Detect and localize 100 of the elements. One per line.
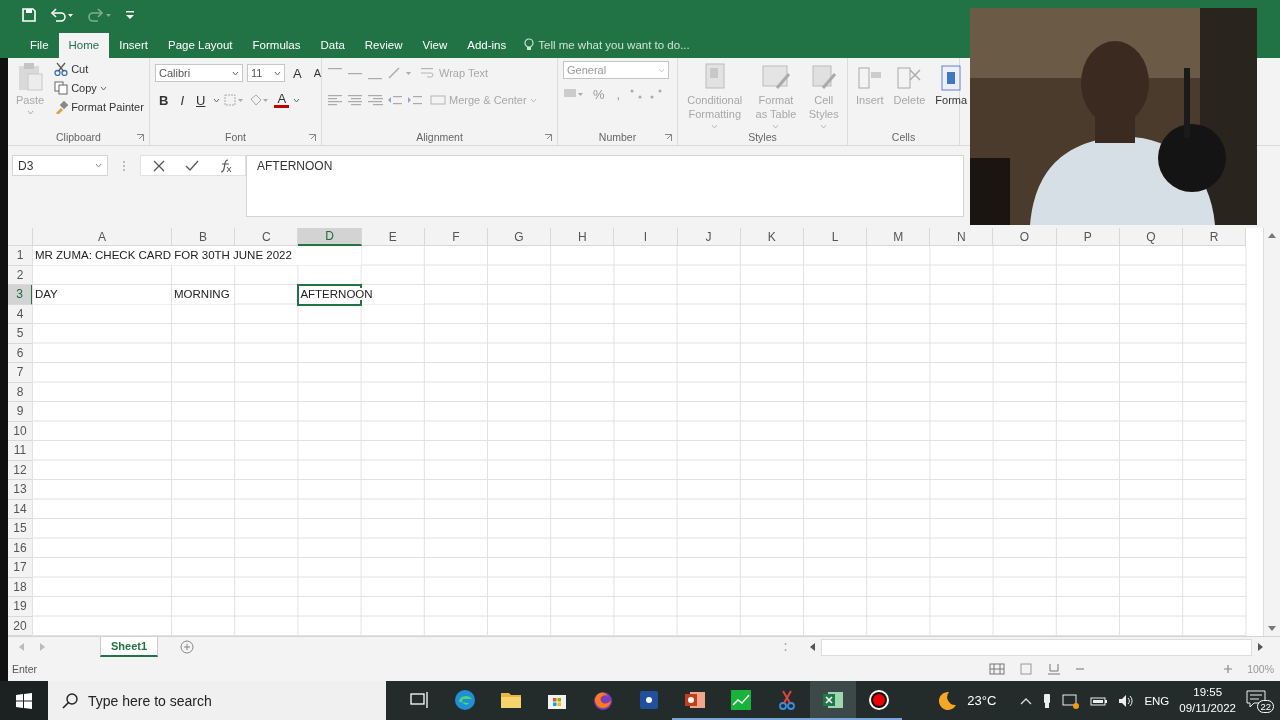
- ribbon-tab[interactable]: Page Layout: [158, 33, 243, 58]
- chart-app-icon[interactable]: [730, 688, 752, 711]
- italic-button[interactable]: I: [176, 91, 188, 109]
- battery-icon[interactable]: [1090, 694, 1109, 707]
- row-header[interactable]: 11: [8, 441, 33, 461]
- cell-text[interactable]: MORNING: [174, 288, 230, 301]
- chevron-up-icon[interactable]: [1020, 696, 1033, 705]
- caret-icon: [772, 123, 780, 129]
- grow-font-button[interactable]: A: [289, 64, 306, 82]
- ribbon-tab[interactable]: Insert: [109, 33, 158, 58]
- font-size-dropdown[interactable]: 11: [247, 64, 285, 82]
- bold-button[interactable]: B: [155, 91, 173, 109]
- column-header[interactable]: I: [614, 228, 678, 246]
- column-header[interactable]: O: [993, 228, 1057, 246]
- weather-temperature[interactable]: 23°C: [967, 693, 997, 708]
- language-indicator[interactable]: ENG: [1144, 694, 1170, 707]
- column-header[interactable]: R: [1183, 228, 1247, 246]
- group-label: Cells: [890, 130, 917, 145]
- spreadsheet-icon[interactable]: [822, 689, 844, 710]
- row-header[interactable]: 17: [8, 558, 33, 578]
- name-box[interactable]: D3: [12, 155, 108, 176]
- ribbon-tab[interactable]: Formulas: [242, 33, 311, 58]
- ribbon-button[interactable]: Format Painter: [51, 99, 147, 115]
- customize-icon[interactable]: [126, 10, 134, 20]
- column-header[interactable]: N: [930, 228, 994, 246]
- task-view-icon[interactable]: [409, 690, 429, 709]
- search-field[interactable]: Type here to search: [48, 681, 386, 720]
- volume-icon[interactable]: [1118, 693, 1135, 708]
- scroll-right-icon[interactable]: [1258, 643, 1264, 651]
- cancel-icon[interactable]: [153, 159, 165, 172]
- column-header[interactable]: F: [424, 228, 488, 246]
- column-header[interactable]: D: [298, 228, 362, 246]
- formula-field[interactable]: AFTERNOON: [246, 155, 964, 217]
- row-header[interactable]: 5: [8, 324, 33, 344]
- underline-button[interactable]: U: [192, 91, 210, 109]
- ribbon-button[interactable]: Forma: [932, 61, 971, 129]
- scroll-down-icon[interactable]: [1268, 626, 1276, 632]
- browser-icon[interactable]: [454, 688, 476, 711]
- ribbon-tab[interactable]: Data: [310, 33, 355, 58]
- sheet-tab[interactable]: Sheet1: [100, 637, 159, 657]
- dialog-launcher-icon[interactable]: [665, 134, 672, 141]
- column-header[interactable]: K: [740, 228, 804, 246]
- dialog-launcher-icon[interactable]: [137, 134, 144, 141]
- dialog-launcher-icon[interactable]: [545, 134, 552, 141]
- ribbon-tab[interactable]: File: [20, 33, 59, 58]
- network-icon[interactable]: [1062, 692, 1081, 709]
- scissors-icon: [54, 62, 69, 76]
- fill-color-icon[interactable]: [248, 93, 271, 107]
- column-header[interactable]: A: [33, 228, 172, 246]
- column-header[interactable]: M: [867, 228, 931, 246]
- column-header[interactable]: J: [677, 228, 741, 246]
- save-icon[interactable]: [22, 8, 36, 22]
- undo-icon[interactable]: [50, 8, 74, 22]
- ribbon-tab[interactable]: Add-ins: [457, 33, 517, 58]
- scissors-icon[interactable]: [777, 688, 797, 711]
- row-header[interactable]: 19: [8, 597, 33, 617]
- column-header[interactable]: B: [172, 228, 236, 246]
- ribbon-button[interactable]: Cut: [51, 61, 147, 77]
- ribbon-tab[interactable]: View: [412, 33, 458, 58]
- ribbon-button[interactable]: Copy: [51, 80, 147, 96]
- row-header[interactable]: 1: [8, 246, 33, 266]
- column-header[interactable]: H: [551, 228, 615, 246]
- cell-text[interactable]: DAY: [35, 288, 58, 301]
- row-header[interactable]: 9: [8, 402, 33, 422]
- row-header[interactable]: 7: [8, 363, 33, 383]
- dialog-launcher-icon[interactable]: [309, 134, 316, 141]
- clock[interactable]: 19:55 09/11/2022: [1179, 685, 1236, 716]
- column-header[interactable]: L: [803, 228, 868, 246]
- cell-text[interactable]: MR ZUMA: CHECK CARD FOR 30TH JUNE 2022: [35, 249, 292, 262]
- row-header[interactable]: 15: [8, 519, 33, 539]
- caret-icon: [26, 109, 34, 115]
- presentation-icon[interactable]: [684, 689, 706, 710]
- caret-icon: [820, 123, 828, 129]
- font-color-button[interactable]: A: [274, 92, 290, 108]
- ribbon-tab[interactable]: Review: [354, 33, 413, 58]
- normal-view-icon[interactable]: [989, 663, 1006, 675]
- paintbrush-icon: [54, 100, 69, 114]
- function-icon[interactable]: [219, 158, 233, 173]
- column-header[interactable]: G: [487, 228, 552, 246]
- folder-icon[interactable]: [500, 690, 522, 709]
- column-header[interactable]: Q: [1119, 228, 1183, 246]
- usb-icon[interactable]: [1042, 692, 1053, 709]
- row-header[interactable]: 13: [8, 480, 33, 500]
- cell-text[interactable]: AFTERNOON: [300, 288, 373, 301]
- column-header[interactable]: C: [235, 228, 299, 246]
- ribbon-tab[interactable]: Home: [58, 33, 110, 58]
- windows-icon[interactable]: [16, 692, 32, 709]
- scroll-left-icon[interactable]: [809, 643, 815, 651]
- scroll-up-icon[interactable]: [1268, 232, 1276, 238]
- record-icon[interactable]: [868, 688, 890, 711]
- column-header[interactable]: E: [361, 228, 425, 246]
- row-header[interactable]: 3: [8, 285, 33, 305]
- column-header[interactable]: P: [1056, 228, 1120, 246]
- group-label: Clipboard: [13, 129, 144, 145]
- font-name-dropdown[interactable]: Calibri: [155, 64, 243, 82]
- tell-me-field[interactable]: Tell me what you want to do...: [524, 38, 690, 58]
- check-icon[interactable]: [185, 159, 199, 172]
- shrink-font-button[interactable]: A: [309, 66, 325, 80]
- horizontal-scrollbar[interactable]: [821, 638, 1252, 656]
- app-icon[interactable]: [639, 689, 659, 710]
